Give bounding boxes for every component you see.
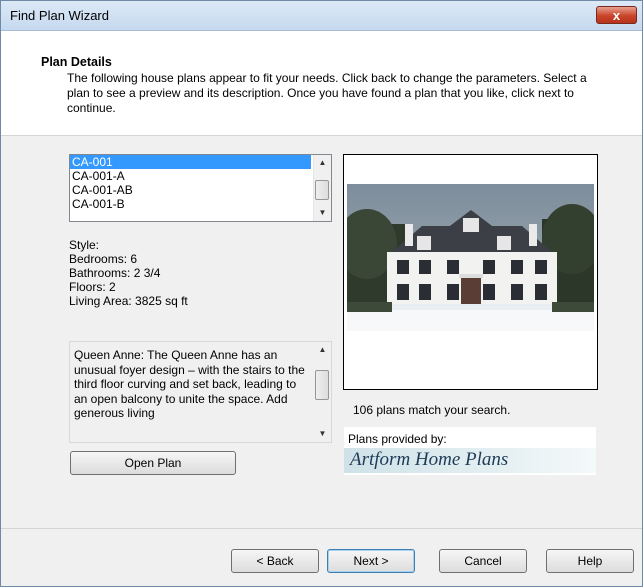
plan-list-item[interactable]: CA-001-AB bbox=[70, 183, 311, 197]
help-button[interactable]: Help bbox=[546, 549, 634, 573]
open-plan-label: Open Plan bbox=[124, 456, 182, 470]
floors-label: Floors: 2 bbox=[69, 280, 116, 294]
next-button[interactable]: Next > bbox=[327, 549, 415, 573]
scroll-down-icon[interactable]: ▼ bbox=[314, 205, 331, 221]
title-bar: Find Plan Wizard x bbox=[1, 1, 642, 31]
description-scrollbar[interactable]: ▲ ▼ bbox=[314, 342, 331, 442]
plan-details: Style: Bedrooms: 6 Bathrooms: 2 3/4 Floo… bbox=[69, 238, 329, 308]
style-label: Style: bbox=[69, 238, 100, 252]
provider-logo: Plans provided by: Artform Home Plans bbox=[344, 427, 596, 475]
next-label: Next > bbox=[353, 554, 389, 568]
page-title: Plan Details bbox=[41, 55, 112, 69]
plan-list-items: CA-001 CA-001-A CA-001-AB CA-001-B bbox=[70, 155, 311, 211]
plan-list-item[interactable]: CA-001 bbox=[70, 155, 311, 169]
house-photo-icon bbox=[347, 184, 594, 331]
cancel-label: Cancel bbox=[464, 554, 502, 568]
cancel-button[interactable]: Cancel bbox=[439, 549, 527, 573]
plan-description-box[interactable]: Queen Anne: The Queen Anne has an unusua… bbox=[69, 341, 332, 443]
close-icon: x bbox=[612, 8, 621, 23]
provider-brand: Artform Home Plans bbox=[350, 449, 509, 470]
scroll-thumb[interactable] bbox=[315, 180, 329, 200]
wizard-window: Find Plan Wizard x Plan Details The foll… bbox=[0, 0, 643, 587]
plan-description-text: Queen Anne: The Queen Anne has an unusua… bbox=[74, 348, 305, 420]
back-label: < Back bbox=[256, 554, 294, 568]
open-plan-button[interactable]: Open Plan bbox=[70, 451, 236, 475]
plan-listbox[interactable]: CA-001 CA-001-A CA-001-AB CA-001-B ▲ ▼ bbox=[69, 154, 332, 222]
living-area-label: Living Area: 3825 sq ft bbox=[69, 294, 188, 308]
plan-list-item[interactable]: CA-001-B bbox=[70, 197, 311, 211]
help-label: Help bbox=[577, 554, 603, 568]
bedrooms-label: Bedrooms: 6 bbox=[69, 252, 138, 266]
provider-label: Plans provided by: bbox=[348, 432, 447, 446]
scroll-down-icon[interactable]: ▼ bbox=[314, 426, 331, 442]
plan-list-scrollbar[interactable]: ▲ ▼ bbox=[313, 155, 331, 221]
wizard-header: Plan Details The following house plans a… bbox=[1, 31, 642, 136]
scroll-thumb[interactable] bbox=[315, 370, 329, 400]
match-count: 106 plans match your search. bbox=[353, 403, 511, 417]
bathrooms-label: Bathrooms: 2 3/4 bbox=[69, 266, 161, 280]
back-button[interactable]: < Back bbox=[231, 549, 319, 573]
scroll-up-icon[interactable]: ▲ bbox=[314, 155, 331, 171]
scroll-up-icon[interactable]: ▲ bbox=[314, 342, 331, 358]
window-title: Find Plan Wizard bbox=[10, 8, 109, 23]
plan-preview bbox=[343, 154, 598, 390]
page-description: The following house plans appear to fit … bbox=[67, 71, 587, 115]
close-button[interactable]: x bbox=[596, 6, 637, 24]
plan-list-item[interactable]: CA-001-A bbox=[70, 169, 311, 183]
footer-divider bbox=[1, 528, 642, 529]
